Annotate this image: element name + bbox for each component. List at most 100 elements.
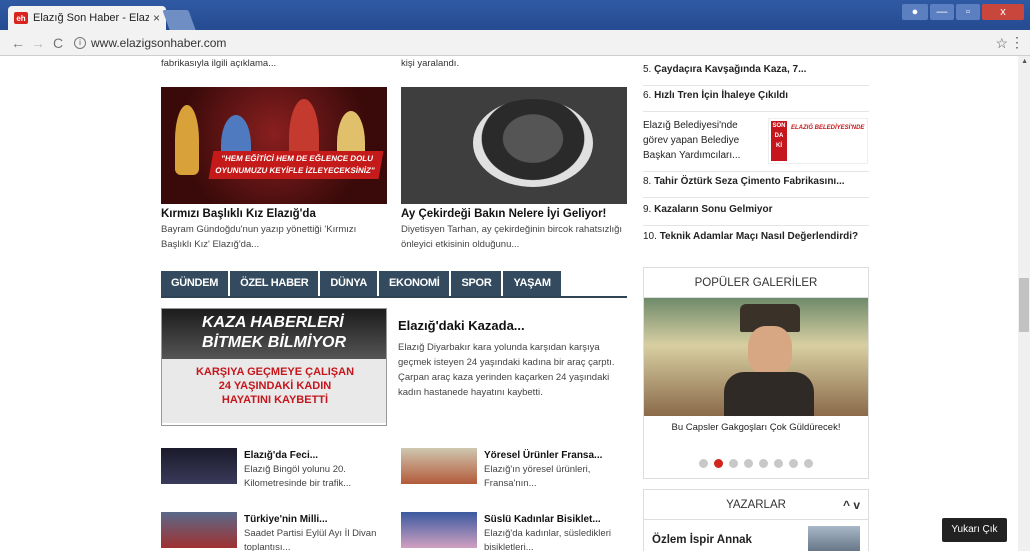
category-tab-yasam[interactable]: YAŞAM xyxy=(503,271,561,296)
news-title[interactable]: Süslü Kadınlar Bisiklet... xyxy=(484,514,601,525)
item-number: 8. xyxy=(643,176,652,187)
scroll-top-button[interactable]: Yukarı Çık xyxy=(942,518,1007,542)
main-story-title[interactable]: Elazığ'daki Kazada... xyxy=(398,318,525,333)
window-controls: ● — ▫ x xyxy=(902,4,1024,20)
item-title: Teknik Adamlar Maçı Nasıl Değerlendirdi? xyxy=(659,231,859,242)
image-line: KAZA HABERLERİ xyxy=(202,314,344,331)
item-title: Kazaların Sonu Gelmiyor xyxy=(654,204,773,215)
gallery-dot[interactable] xyxy=(729,459,738,468)
maximize-icon[interactable]: ▫ xyxy=(956,4,980,20)
news-thumb[interactable] xyxy=(401,448,477,484)
featured-image-theater[interactable]: "HEM EĞİTİCİ HEM DE EĞLENCE DOLU OYUNUMU… xyxy=(161,87,387,204)
seed-bowl-shape xyxy=(473,99,593,187)
minimize-icon[interactable]: — xyxy=(930,4,954,20)
main-story-image-subline: KARŞIYA GEÇMEYE ÇALIŞAN 24 YAŞINDAKİ KAD… xyxy=(162,359,386,423)
user-profile-icon[interactable]: ● xyxy=(902,4,928,20)
author-photo[interactable] xyxy=(808,526,860,551)
gallery-caption[interactable]: Bu Capsler Gakgoşları Çok Güldürecek! xyxy=(643,422,869,433)
gallery-image[interactable] xyxy=(644,298,868,416)
reload-icon[interactable]: C xyxy=(48,35,68,51)
news-title[interactable]: Elazığ'da Feci... xyxy=(244,450,318,461)
item-title: Hızlı Tren İçin İhaleye Çıkıldı xyxy=(654,90,789,101)
news-title[interactable]: Yöresel Ürünler Fransa... xyxy=(484,450,602,461)
most-read-item[interactable]: 6. Hızlı Tren İçin İhaleye Çıkıldı xyxy=(643,90,869,112)
category-tab-ekonomi[interactable]: EKONOMİ xyxy=(379,271,450,296)
close-window-icon[interactable]: x xyxy=(982,4,1024,20)
theater-banner-text: "HEM EĞİTİCİ HEM DE EĞLENCE DOLU OYUNUMU… xyxy=(208,151,384,179)
news-thumb-belediye[interactable]: SON DA Kİ ELAZIĞ BELEDİYESİ'NDE xyxy=(768,118,868,164)
news-desc: Elazığ Bingöl yolunu 20. Kilometresinde … xyxy=(244,464,352,489)
item-title: Elazığ Belediyesi'nde görev yapan Beledi… xyxy=(643,120,741,161)
site-favicon-icon: eh xyxy=(14,12,28,24)
featured-desc: Diyetisyen Tarhan, ay çekirdeğinin birco… xyxy=(401,224,623,250)
page-content: fabrikasıyla ilgili açıklama... kişi yar… xyxy=(0,56,1030,551)
gallery-dot[interactable] xyxy=(699,459,708,468)
body-shape xyxy=(724,372,814,416)
new-tab-button[interactable] xyxy=(162,10,196,30)
category-nav: GÜNDEM ÖZEL HABER DÜNYA EKONOMİ SPOR YAŞ… xyxy=(161,271,627,298)
image-line: BİTMEK BİLMİYOR xyxy=(202,334,346,351)
gallery-dot[interactable] xyxy=(744,459,753,468)
browser-title-bar: eh Elazığ Son Haber - Elazı × ● — ▫ x xyxy=(0,0,1030,30)
most-read-item[interactable]: 9. Kazaların Sonu Gelmiyor xyxy=(643,204,869,226)
authors-box: YAZARLAR ^ v Özlem İspir Annak xyxy=(643,489,869,551)
snippet-mid[interactable]: kişi yaralandı. xyxy=(401,58,459,69)
news-desc: Elazığ'da kadınlar, süsledikleri bisikle… xyxy=(484,528,611,551)
figure-shape xyxy=(175,105,199,175)
url-text: www.elazigsonhaber.com xyxy=(91,35,227,50)
bookmark-star-icon[interactable]: ☆ xyxy=(995,35,1008,52)
featured-title[interactable]: Ay Çekirdeği Bakın Nelere İyi Geliyor! xyxy=(401,208,606,220)
address-bar: ← → C i www.elazigsonhaber.com ☆ ⋮ xyxy=(0,30,1030,56)
popular-galleries-box: POPÜLER GALERİLER xyxy=(643,267,869,479)
authors-nav-arrows-icon[interactable]: ^ v xyxy=(843,490,860,520)
browser-tab[interactable]: eh Elazığ Son Haber - Elazı × xyxy=(8,6,166,30)
item-number: 10. xyxy=(643,231,657,242)
item-number: 6. xyxy=(643,90,652,101)
author-name[interactable]: Özlem İspir Annak xyxy=(652,534,752,546)
most-read-item[interactable]: 8. Tahir Öztürk Seza Çimento Fabrikasını… xyxy=(643,176,869,198)
gallery-dot[interactable] xyxy=(759,459,768,468)
category-tab-ozel-haber[interactable]: ÖZEL HABER xyxy=(230,271,319,296)
authors-heading: YAZARLAR ^ v xyxy=(644,490,868,520)
son-dakika-badge: SON DA Kİ xyxy=(771,121,787,161)
featured-desc: Bayram Gündoğdu'nun yazıp yönettiği 'Kır… xyxy=(161,224,357,250)
gallery-pagination xyxy=(643,459,869,468)
site-info-icon[interactable]: i xyxy=(74,36,86,49)
news-desc: Elazığ'ın yöresel ürünleri, Fransa'nın..… xyxy=(484,464,591,489)
news-thumb[interactable] xyxy=(161,512,237,548)
forward-icon[interactable]: → xyxy=(28,35,48,51)
gallery-dot[interactable] xyxy=(804,459,813,468)
thumb-headline: ELAZIĞ BELEDİYESİ'NDE xyxy=(791,125,865,131)
gallery-dot[interactable] xyxy=(774,459,783,468)
back-icon[interactable]: ← xyxy=(8,35,28,51)
item-title: Çaydaçıra Kavşağında Kaza, 7... xyxy=(654,64,807,75)
news-thumb[interactable] xyxy=(161,448,237,484)
main-story-image-headline: KAZA HABERLERİ BİTMEK BİLMİYOR xyxy=(162,309,386,359)
url-field[interactable]: i www.elazigsonhaber.com xyxy=(74,36,226,50)
close-tab-icon[interactable]: × xyxy=(153,11,160,25)
snippet-left[interactable]: fabrikasıyla ilgili açıklama... xyxy=(161,58,276,69)
item-number: 9. xyxy=(643,204,652,215)
category-tab-dunya[interactable]: DÜNYA xyxy=(320,271,378,296)
image-line: 24 YAŞINDAKİ KADIN xyxy=(218,380,332,392)
authors-heading-text: YAZARLAR xyxy=(726,499,786,511)
featured-image-seeds[interactable] xyxy=(401,87,627,204)
browser-menu-icon[interactable]: ⋮ xyxy=(1010,34,1024,51)
gallery-dot-active[interactable] xyxy=(714,459,723,468)
news-thumb[interactable] xyxy=(401,512,477,548)
news-title[interactable]: Türkiye'nin Milli... xyxy=(244,514,328,525)
scroll-up-icon[interactable]: ▲ xyxy=(1021,58,1028,65)
gallery-dot[interactable] xyxy=(789,459,798,468)
main-story-image[interactable]: KAZA HABERLERİ BİTMEK BİLMİYOR KARŞIYA G… xyxy=(161,308,387,426)
most-read-item[interactable]: 5. Çaydaçıra Kavşağında Kaza, 7... xyxy=(643,64,869,86)
most-read-item[interactable]: 10. Teknik Adamlar Maçı Nasıl Değerlendi… xyxy=(643,231,869,253)
image-line: HAYATINI KAYBETTİ xyxy=(221,394,329,406)
tab-title: Elazığ Son Haber - Elazı xyxy=(33,12,149,24)
page-scrollbar[interactable]: ▲ xyxy=(1018,56,1030,551)
featured-title[interactable]: Kırmızı Başlıklı Kız Elazığ'da xyxy=(161,208,316,220)
item-number: 5. xyxy=(643,64,652,75)
news-desc: Saadet Partisi Eylül Ayı İl Divan toplan… xyxy=(244,528,377,551)
scroll-thumb[interactable] xyxy=(1019,278,1029,332)
category-tab-gundem[interactable]: GÜNDEM xyxy=(161,271,229,296)
category-tab-spor[interactable]: SPOR xyxy=(451,271,502,296)
